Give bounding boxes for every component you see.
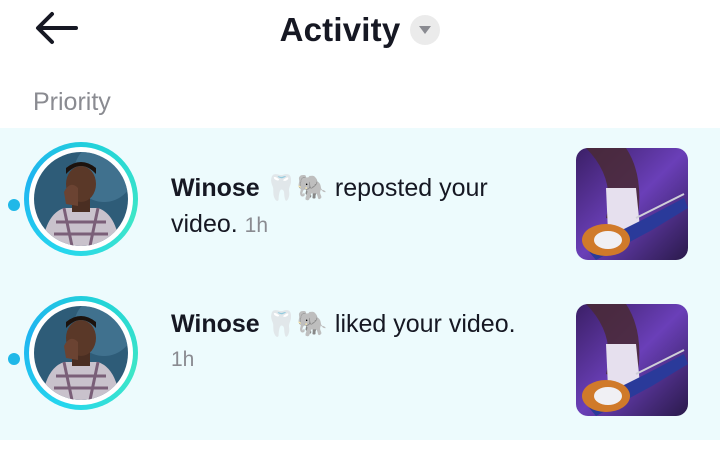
caret-down-icon <box>419 26 432 34</box>
notification-action: liked your video. <box>334 310 516 338</box>
title-bar: Activity <box>0 8 720 52</box>
unread-indicator <box>8 199 20 211</box>
username[interactable]: Winose <box>171 310 260 338</box>
avatar-photo <box>34 152 128 246</box>
notification-text: Winose 🦷🐘 reposted your video. 1h <box>171 170 551 244</box>
timestamp: 1h <box>171 348 195 371</box>
video-thumbnail[interactable] <box>576 304 688 416</box>
unread-indicator <box>8 353 20 365</box>
page-title: Activity <box>279 11 401 48</box>
username[interactable]: Winose <box>171 174 260 202</box>
notification-row[interactable]: Winose 🦷🐘 liked your video. 1h <box>0 282 720 438</box>
video-preview <box>576 304 688 416</box>
notification-list: Winose 🦷🐘 reposted your video. 1h Winose… <box>0 128 720 440</box>
avatar-photo <box>34 306 128 400</box>
video-thumbnail[interactable] <box>576 148 688 260</box>
avatar[interactable] <box>24 296 138 410</box>
notification-row[interactable]: Winose 🦷🐘 reposted your video. 1h <box>0 128 720 284</box>
username-emoji: 🦷🐘 <box>265 310 328 338</box>
video-preview <box>576 148 688 260</box>
section-label: Priority <box>33 88 111 116</box>
avatar[interactable] <box>24 142 138 256</box>
username-emoji: 🦷🐘 <box>265 174 328 202</box>
header: Activity <box>0 0 720 62</box>
filter-dropdown-button[interactable] <box>410 15 441 45</box>
timestamp: 1h <box>244 214 269 237</box>
notification-text: Winose 🦷🐘 liked your video. 1h <box>171 306 551 378</box>
